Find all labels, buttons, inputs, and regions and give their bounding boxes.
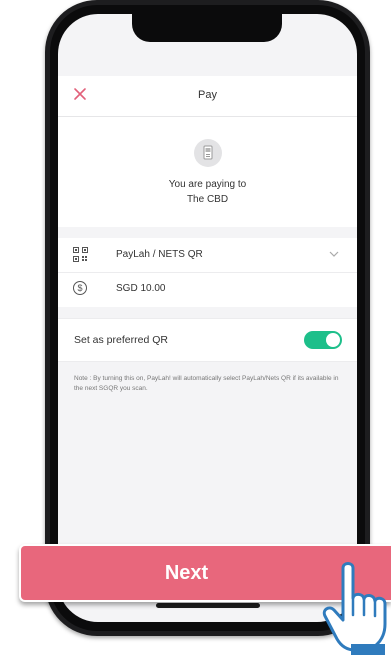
hand-pointer-icon	[322, 562, 387, 655]
chevron-down-icon	[329, 251, 339, 257]
page-title: Pay	[198, 89, 217, 101]
next-button-label: Next	[164, 562, 209, 584]
preferred-qr-label: Set as preferred QR	[74, 334, 168, 346]
phone-screen: Pay You are paying to The CBD PayLah / N…	[58, 14, 357, 622]
home-indicator	[156, 603, 260, 608]
app-header: Pay	[58, 76, 357, 117]
merchant-name: The CBD	[186, 194, 229, 205]
payment-method-label: PayLah / NETS QR	[116, 249, 203, 260]
preferred-qr-note: Note : By turning this on, PayLah! will …	[74, 375, 339, 392]
paying-to-label: You are paying to	[168, 179, 247, 190]
qr-code-icon	[73, 247, 88, 262]
merchant-section: You are paying to The CBD	[58, 117, 357, 227]
shop-icon	[194, 139, 222, 167]
dollar-icon: $	[73, 281, 87, 295]
phone-frame: Pay You are paying to The CBD PayLah / N…	[45, 0, 370, 636]
phone-notch	[132, 14, 282, 42]
preferred-qr-row: Set as preferred QR	[58, 318, 357, 362]
amount-value: SGD 10.00	[116, 283, 166, 294]
preferred-qr-toggle[interactable]	[304, 331, 342, 349]
amount-row: $ SGD 10.00	[58, 273, 357, 307]
payment-method-select[interactable]: PayLah / NETS QR	[58, 238, 357, 273]
toggle-knob	[326, 333, 340, 347]
